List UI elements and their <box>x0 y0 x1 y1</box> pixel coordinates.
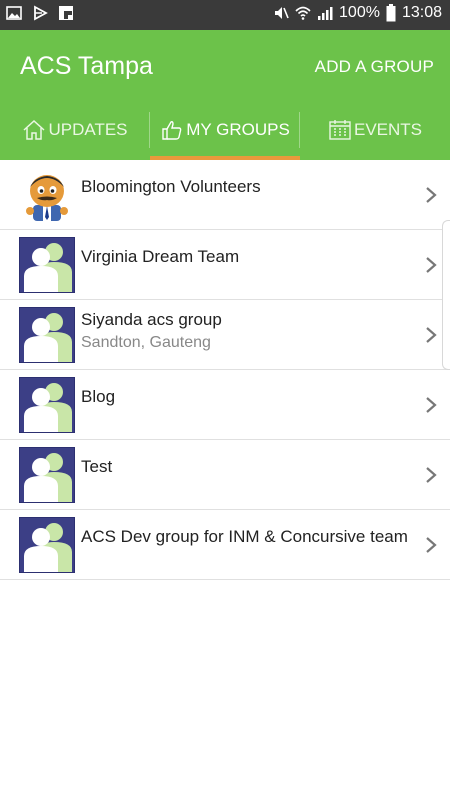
chevron-right-icon <box>426 467 437 483</box>
group-avatar <box>19 237 75 293</box>
group-avatar <box>19 377 75 433</box>
app-title: ACS Tampa <box>20 52 153 80</box>
group-name: Virginia Dream Team <box>81 247 240 266</box>
signal-icon <box>318 7 333 20</box>
group-avatar <box>19 517 75 573</box>
chevron-right-icon <box>426 537 437 553</box>
battery-icon <box>386 4 396 22</box>
gallery-icon <box>6 6 22 20</box>
list-item[interactable]: Virginia Dream Team <box>0 230 450 300</box>
tab-bar: UPDATES MY GROUPS EVENTS <box>0 100 450 160</box>
tab-events-label: EVENTS <box>353 120 423 139</box>
list-item[interactable]: Blog <box>0 370 450 440</box>
tab-my-groups[interactable]: MY GROUPS <box>150 100 300 160</box>
play-icon <box>34 5 48 21</box>
tab-events[interactable]: EVENTS <box>300 100 450 160</box>
list-item[interactable]: Bloomington Volunteers <box>0 160 450 230</box>
home-icon <box>23 119 45 140</box>
mute-icon <box>275 7 289 19</box>
group-avatar <box>19 307 75 363</box>
status-bar: 100% 13:08 <box>0 0 450 30</box>
tab-my-groups-label: MY GROUPS <box>186 120 290 139</box>
thumbs-up-icon <box>162 121 182 140</box>
app-bar: ACS Tampa ADD A GROUP <box>0 30 450 100</box>
group-name: ACS Dev group for INM & Concursive team <box>81 527 408 546</box>
group-location: Sandton, Gauteng <box>81 334 211 351</box>
chevron-right-icon <box>426 187 437 203</box>
tab-updates-label: UPDATES <box>48 120 128 139</box>
edge-panel-handle[interactable] <box>442 220 450 370</box>
group-name: Bloomington Volunteers <box>81 177 261 196</box>
group-name: Siyanda acs group <box>81 310 222 329</box>
list-item[interactable]: ACS Dev group for INM & Concursive team <box>0 510 450 580</box>
chevron-right-icon <box>426 397 437 413</box>
wifi-icon <box>295 6 311 20</box>
flipboard-icon <box>59 6 73 20</box>
chevron-right-icon <box>426 327 437 343</box>
list-item[interactable]: Siyanda acs group Sandton, Gauteng <box>0 300 450 370</box>
calendar-icon <box>329 120 351 140</box>
group-name: Test <box>81 457 113 476</box>
group-avatar <box>19 447 75 503</box>
mascot-avatar <box>19 167 75 223</box>
group-name: Blog <box>81 387 116 406</box>
add-group-button[interactable]: ADD A GROUP <box>315 57 434 77</box>
groups-list: Bloomington Volunteers Virginia Dream Te… <box>0 160 450 580</box>
list-item[interactable]: Test <box>0 440 450 510</box>
clock-time: 13:08 <box>401 4 442 21</box>
tab-updates[interactable]: UPDATES <box>0 100 150 160</box>
chevron-right-icon <box>426 257 437 273</box>
battery-percent: 100% <box>339 4 380 21</box>
